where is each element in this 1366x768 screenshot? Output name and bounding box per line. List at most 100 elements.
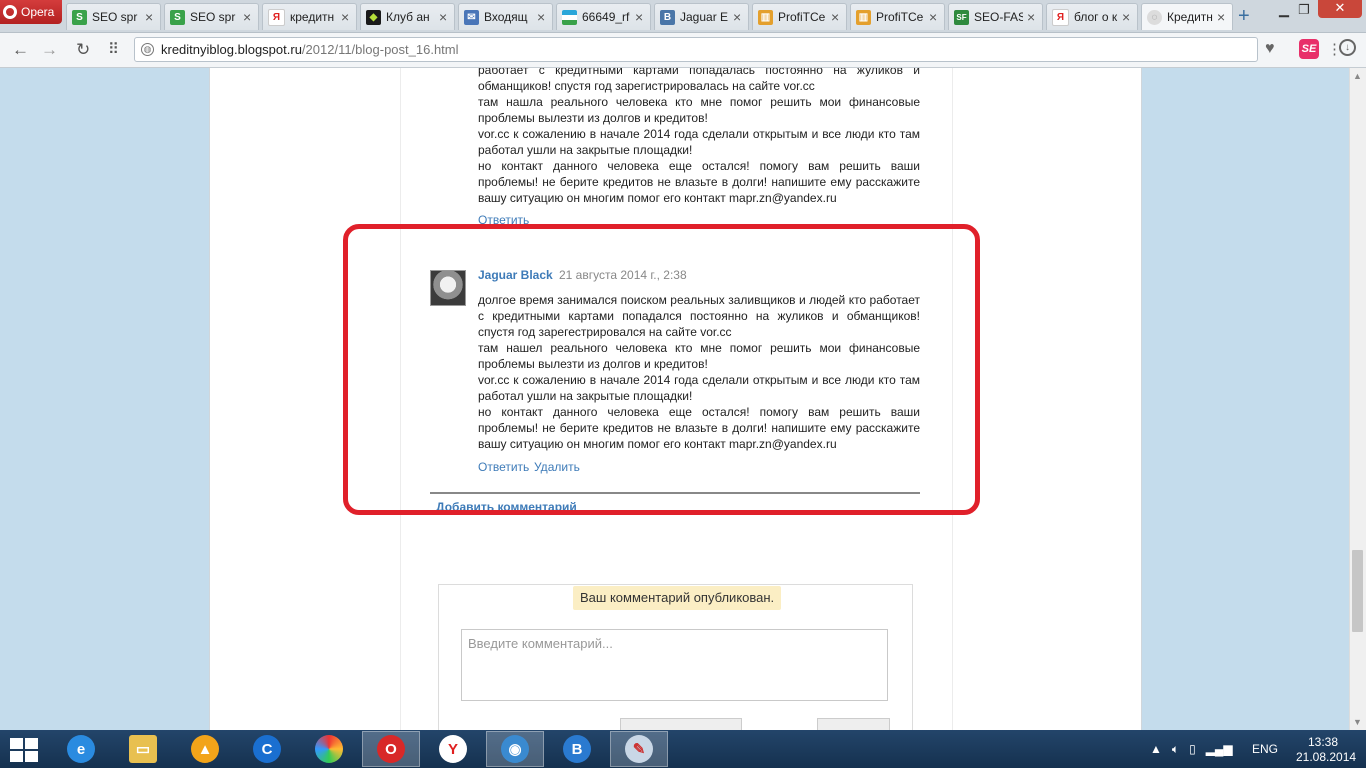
- folder-icon: ▭: [129, 735, 157, 763]
- tab-close-icon[interactable]: ×: [1217, 9, 1227, 25]
- yandex-icon: Я: [1052, 8, 1069, 26]
- publish-button[interactable]: [817, 718, 890, 730]
- globe-icon: ◍: [141, 43, 154, 56]
- scroll-thumb[interactable]: [1352, 550, 1363, 632]
- tab-seo-fast[interactable]: SF SEO-FAS ×: [948, 3, 1043, 30]
- tab-close-icon[interactable]: ×: [145, 9, 155, 25]
- tab-label: 66649_rf: [582, 10, 630, 24]
- blogger-icon: ◌: [1147, 9, 1162, 25]
- page-viewport: работает с кредитными картами попадалась…: [0, 68, 1349, 730]
- comment-paragraph: vor.cc к сожалению в начале 2014 года сд…: [478, 373, 920, 403]
- delete-link[interactable]: Удалить: [534, 460, 580, 474]
- add-comment-link[interactable]: Добавить комментарий: [436, 500, 577, 514]
- window-close-icon[interactable]: ✕: [1318, 0, 1362, 18]
- network-signal-icon[interactable]: ▂▄▆: [1206, 742, 1233, 756]
- taskbar-internet-explorer[interactable]: e: [52, 731, 110, 767]
- identity-select[interactable]: [620, 718, 742, 730]
- tab-label: Кредитн: [1167, 10, 1213, 24]
- taskbar-opera[interactable]: O: [362, 731, 420, 767]
- tab-66649[interactable]: 66649_rf ×: [556, 3, 651, 30]
- profitcentr-icon: ▥: [856, 9, 871, 25]
- battery-icon[interactable]: ▯: [1189, 742, 1196, 756]
- tab-label: SEO spr: [92, 10, 138, 24]
- tab-close-icon[interactable]: ×: [831, 9, 841, 25]
- tab-label: ProfiTCe: [778, 10, 826, 24]
- clock-date[interactable]: 21.08.2014: [1296, 750, 1356, 764]
- comment-paragraph: там нашла реального человека кто мне пом…: [478, 95, 920, 125]
- tray-expand-icon[interactable]: ▲: [1150, 742, 1162, 756]
- stash-heart-icon[interactable]: ♥: [1265, 40, 1275, 58]
- tab-close-icon[interactable]: ×: [929, 9, 939, 25]
- profitcentr-icon: ▥: [758, 9, 773, 25]
- url-path: /2012/11/blog-post_16.html: [301, 42, 459, 57]
- tab-profitcentr-2[interactable]: ▥ ProfiTCe ×: [850, 3, 945, 30]
- internet-explorer-icon: e: [67, 735, 95, 763]
- previous-reply-link[interactable]: Ответить: [478, 213, 529, 227]
- tab-yandex-blog[interactable]: Я блог о к ×: [1046, 3, 1138, 30]
- tab-close-icon[interactable]: ×: [341, 9, 351, 25]
- new-tab-button[interactable]: +: [1238, 5, 1250, 28]
- tab-close-icon[interactable]: ×: [733, 9, 743, 25]
- tab-close-icon[interactable]: ×: [635, 9, 645, 25]
- opera-logo-icon: [3, 5, 17, 19]
- seo-sprint-icon: S: [72, 9, 87, 25]
- volume-icon[interactable]: 🔈︎: [1172, 742, 1179, 757]
- address-field[interactable]: ◍ kreditnyiblog.blogspot.ru /2012/11/blo…: [134, 37, 1258, 62]
- tab-seo-sprint-1[interactable]: S SEO spr ×: [66, 3, 161, 30]
- scroll-up-icon[interactable]: ▲: [1353, 71, 1362, 81]
- uzbek-flag-icon: [562, 9, 577, 25]
- comment-author-link[interactable]: Jaguar Black: [478, 268, 553, 282]
- comment-paragraph: долгое время занимался поиском реальных …: [478, 293, 920, 339]
- scroll-down-icon[interactable]: ▼: [1353, 717, 1362, 727]
- start-button[interactable]: [10, 738, 38, 762]
- back-icon[interactable]: ←: [12, 40, 29, 60]
- tab-close-icon[interactable]: ×: [1122, 9, 1132, 25]
- tab-close-icon[interactable]: ×: [243, 9, 253, 25]
- taskbar-vk[interactable]: B: [548, 731, 606, 767]
- vertical-scrollbar[interactable]: ▲ ▼: [1349, 68, 1366, 730]
- previous-comment-body: работает с кредитными картами попадалась…: [478, 68, 920, 206]
- tab-seo-sprint-2[interactable]: S SEO spr ×: [164, 3, 259, 30]
- reply-link[interactable]: Ответить: [478, 460, 529, 474]
- taskbar-file-explorer[interactable]: ▭: [114, 731, 172, 767]
- comment-paragraph: там нашел реального человека кто мне пом…: [478, 341, 920, 371]
- cyber-app-icon: C: [253, 735, 281, 763]
- comment-date-link[interactable]: 21 августа 2014 г., 2:38: [559, 268, 687, 282]
- comments-divider: [430, 492, 920, 494]
- url-host: kreditnyiblog.blogspot.ru: [161, 42, 302, 57]
- system-tray: ▲ 🔈︎ ▯ ▂▄▆: [1150, 730, 1233, 768]
- tab-club[interactable]: ◆ Клуб ан ×: [360, 3, 455, 30]
- tab-inbox[interactable]: ✉ Входящ ×: [458, 3, 553, 30]
- seo-extension-icon[interactable]: SE: [1299, 39, 1319, 59]
- reload-icon[interactable]: ↻: [76, 40, 90, 60]
- taskbar-media-app[interactable]: ◉: [486, 731, 544, 767]
- taskbar-colorful-app[interactable]: [300, 731, 358, 767]
- taskbar-yandex-browser[interactable]: Y: [424, 731, 482, 767]
- tab-yandex-credit[interactable]: Я кредитн ×: [262, 3, 357, 30]
- taskbar-app-c[interactable]: C: [238, 731, 296, 767]
- tab-close-icon[interactable]: ×: [537, 9, 547, 25]
- comment-input[interactable]: [461, 629, 888, 701]
- language-indicator[interactable]: ENG: [1252, 742, 1278, 756]
- maximize-icon[interactable]: ❐: [1292, 2, 1316, 18]
- yandex-icon: Я: [268, 8, 285, 26]
- tab-vk-jaguar[interactable]: B Jaguar E ×: [654, 3, 749, 30]
- tab-close-icon[interactable]: ×: [439, 9, 449, 25]
- club-icon: ◆: [366, 9, 381, 25]
- tab-credit-blog-active[interactable]: ◌ Кредитн ×: [1141, 3, 1233, 30]
- tab-profitcentr-1[interactable]: ▥ ProfiTCe ×: [752, 3, 847, 30]
- taskbar-aimp[interactable]: ▲: [176, 731, 234, 767]
- tab-close-icon[interactable]: ×: [1027, 9, 1037, 25]
- download-icon[interactable]: ↓: [1339, 39, 1356, 56]
- taskbar-paint[interactable]: ✎: [610, 731, 668, 767]
- forward-icon[interactable]: →: [41, 40, 58, 60]
- aimp-icon: ▲: [191, 735, 219, 763]
- opera-menu-button[interactable]: Opera: [0, 0, 62, 24]
- speed-dial-icon[interactable]: ⠿: [108, 40, 119, 58]
- avatar[interactable]: [430, 270, 466, 306]
- paint-icon: ✎: [625, 735, 653, 763]
- comment-paragraph: vor.cc к сожалению в начале 2014 года сд…: [478, 127, 920, 157]
- vk-icon: B: [660, 9, 675, 25]
- tab-label: Входящ: [484, 10, 528, 24]
- clock-time[interactable]: 13:38: [1308, 735, 1338, 749]
